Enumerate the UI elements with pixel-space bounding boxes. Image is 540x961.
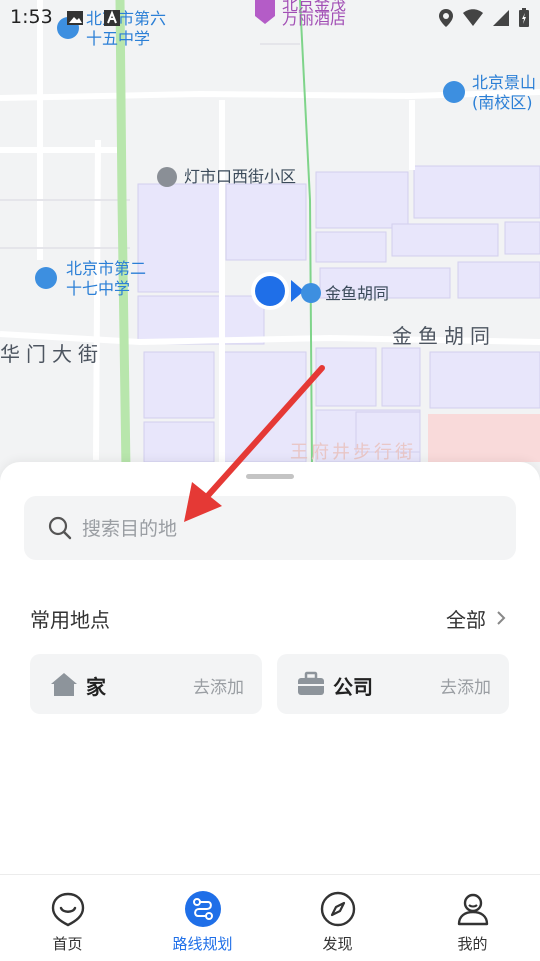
nav-tab-discover[interactable]: 发现 bbox=[270, 875, 405, 961]
nav-tab-route[interactable]: 路线规划 bbox=[135, 875, 270, 961]
map-poi-label[interactable]: 北京景山 bbox=[472, 74, 536, 92]
nav-tab-profile[interactable]: 我的 bbox=[405, 875, 540, 961]
briefcase-icon bbox=[297, 671, 325, 697]
font-notification-icon bbox=[104, 10, 120, 30]
map-poi-label[interactable]: (南校区) bbox=[472, 94, 533, 112]
search-input[interactable] bbox=[80, 511, 484, 547]
nav-label: 路线规划 bbox=[172, 935, 233, 953]
favorites-all-link[interactable]: 全部 bbox=[446, 604, 506, 633]
home-smile-icon bbox=[50, 891, 86, 927]
drag-handle[interactable] bbox=[246, 474, 294, 479]
favorite-home-card[interactable]: 家 去添加 bbox=[30, 654, 262, 714]
signal-icon bbox=[492, 9, 510, 31]
favorites-all-label: 全部 bbox=[446, 608, 486, 632]
favorite-name: 公司 bbox=[333, 675, 373, 699]
wifi-icon bbox=[462, 9, 484, 31]
nav-label: 我的 bbox=[457, 935, 488, 953]
map-poi-label[interactable]: 北京市第二 bbox=[66, 260, 146, 278]
nav-tab-home[interactable]: 首页 bbox=[0, 875, 135, 961]
nav-label: 发现 bbox=[322, 935, 353, 953]
bottom-sheet: 常用地点 全部 家 去添加 公司 去添加 bbox=[0, 462, 540, 874]
compass-icon bbox=[320, 891, 356, 927]
chevron-right-icon bbox=[496, 607, 506, 631]
route-icon bbox=[184, 891, 221, 927]
status-bar: 1:53 bbox=[0, 0, 540, 36]
status-time: 1:53 bbox=[10, 6, 53, 28]
home-icon bbox=[50, 671, 78, 697]
map-road-label: 王府井步行街 bbox=[290, 442, 416, 463]
add-favorite-link[interactable]: 去添加 bbox=[193, 673, 244, 698]
battery-icon bbox=[518, 8, 530, 32]
favorite-company-card[interactable]: 公司 去添加 bbox=[277, 654, 509, 714]
favorite-name: 家 bbox=[86, 675, 106, 699]
nav-label: 首页 bbox=[52, 935, 83, 953]
map-poi-label[interactable]: 灯市口西街小区 bbox=[184, 168, 296, 186]
map-road-label: 华门大街 bbox=[0, 342, 104, 366]
map-view[interactable]: 北京市第六 十五中学 北京金茂 万丽酒店 北京景山 (南校区) 灯市口西街小区 … bbox=[0, 0, 540, 480]
map-poi-label[interactable]: 金鱼胡同 bbox=[325, 285, 389, 303]
favorites-title: 常用地点 bbox=[30, 608, 110, 632]
profile-icon bbox=[455, 891, 491, 927]
image-notification-icon bbox=[66, 10, 84, 30]
add-favorite-link[interactable]: 去添加 bbox=[440, 673, 491, 698]
map-poi-label[interactable]: 十七中学 bbox=[66, 280, 130, 298]
search-icon bbox=[48, 516, 72, 540]
map-road-label: 金鱼胡同 bbox=[392, 324, 496, 348]
search-box[interactable] bbox=[24, 496, 516, 560]
location-icon bbox=[438, 8, 454, 32]
bottom-nav: 首页 路线规划 发现 我的 bbox=[0, 874, 540, 961]
map-canvas bbox=[0, 0, 540, 471]
